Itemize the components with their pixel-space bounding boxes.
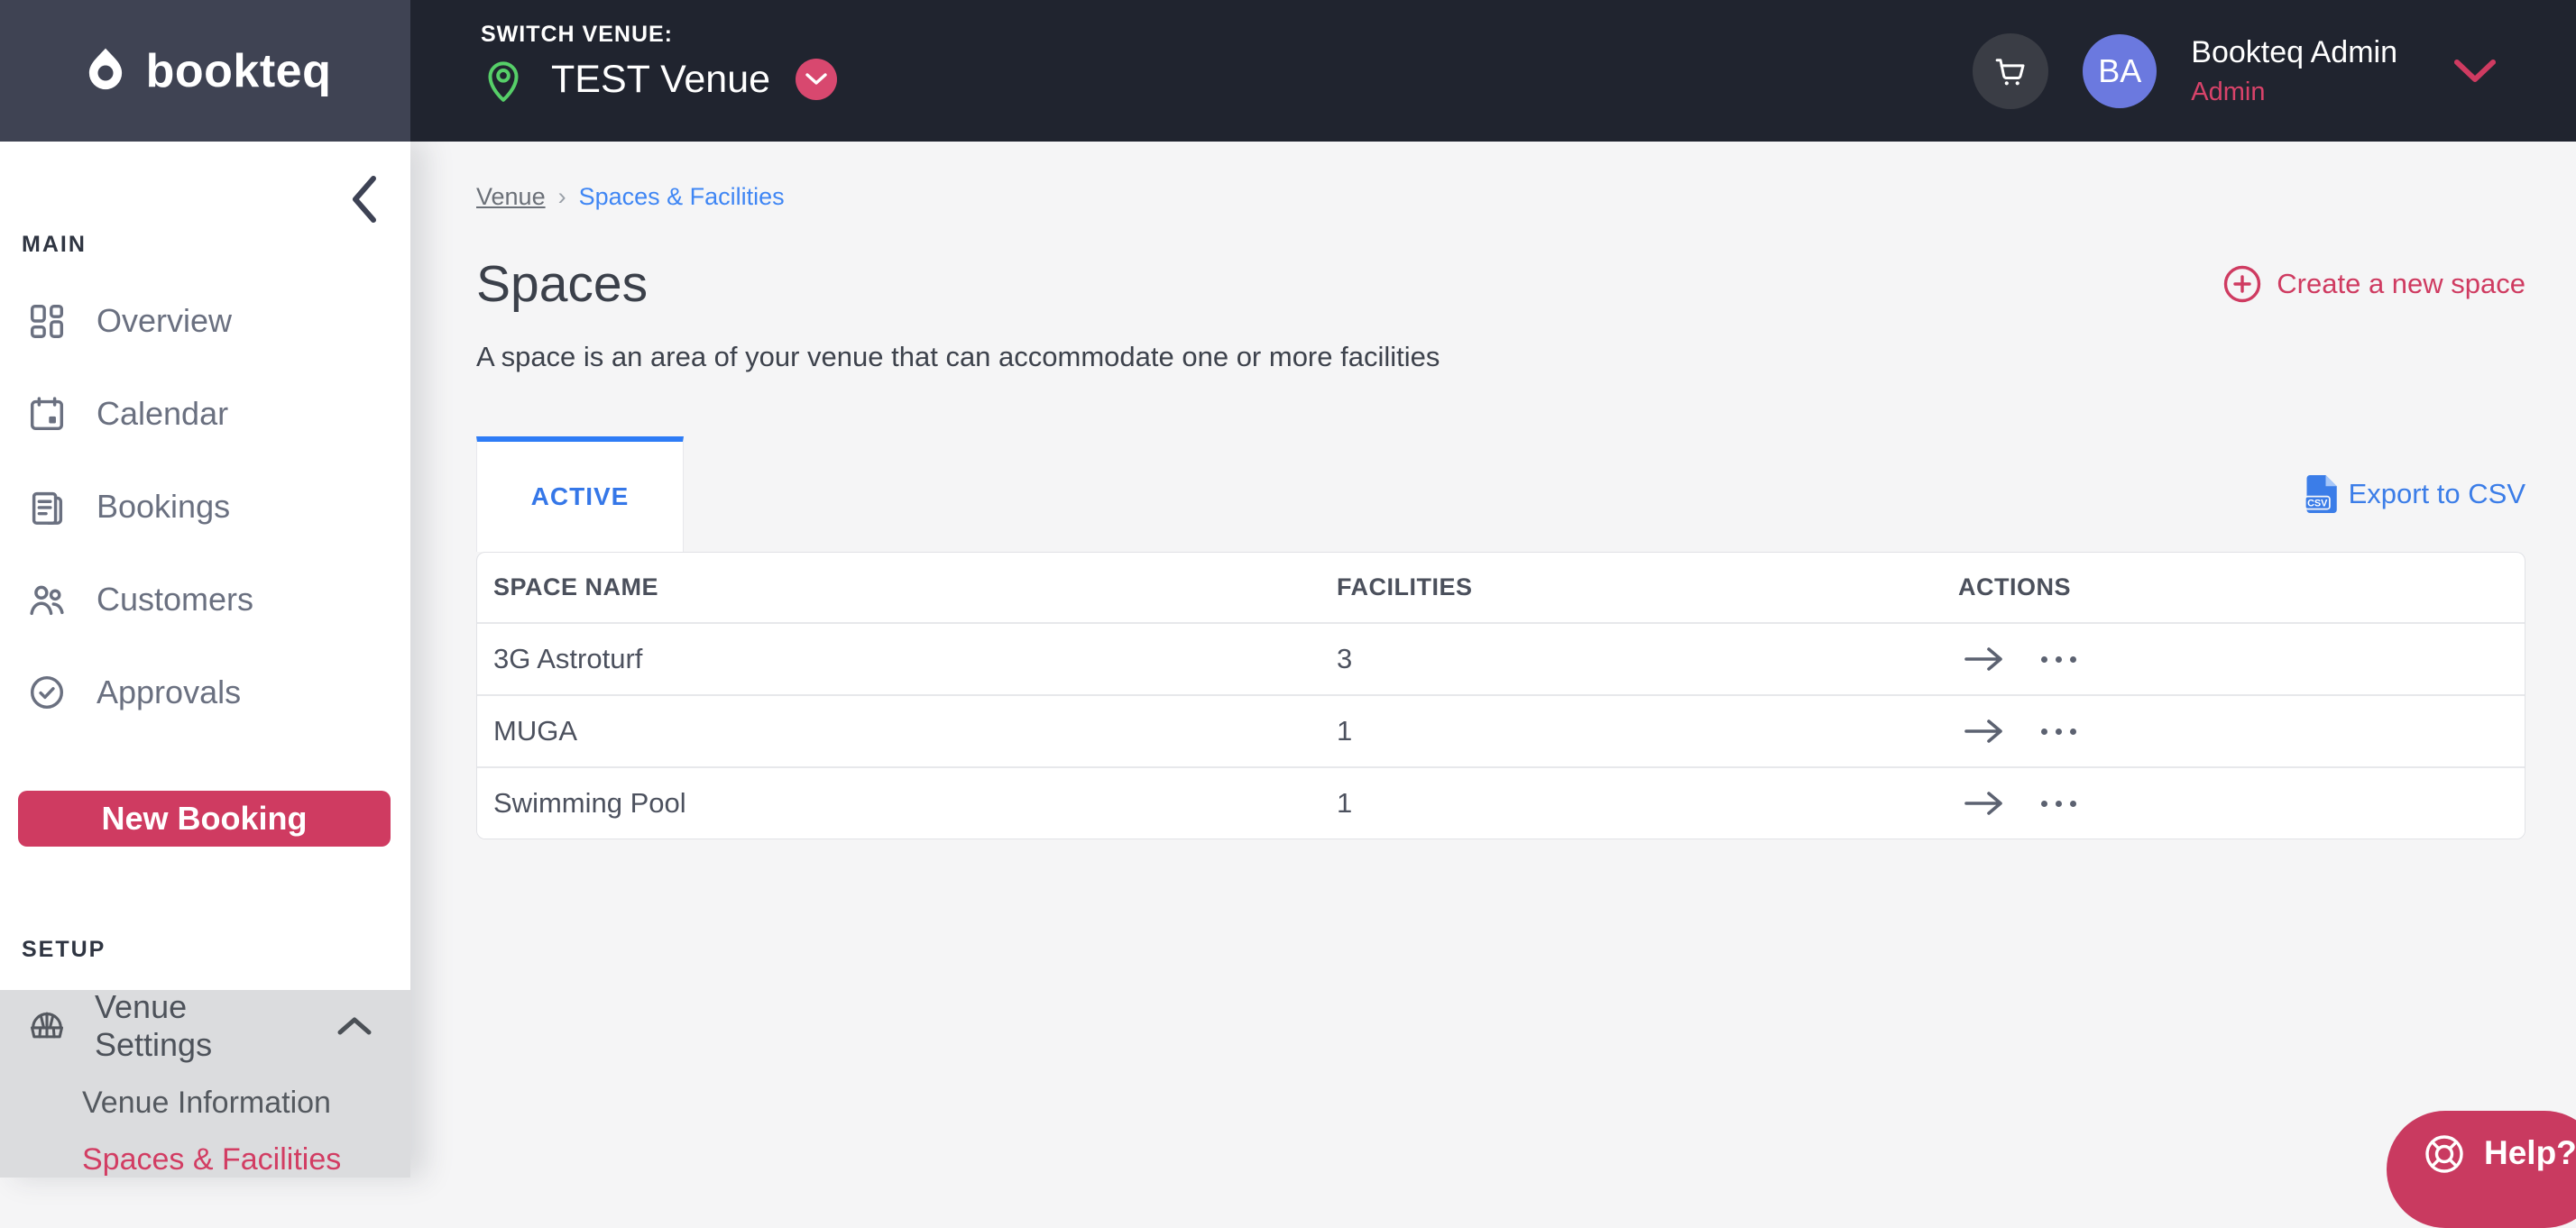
export-csv-button[interactable]: CSV Export to CSV [2304, 473, 2525, 515]
sidebar-item-approvals[interactable]: Approvals [0, 646, 410, 738]
bookings-icon [26, 486, 68, 527]
sidebar-nav: Overview Calendar Bookings Customers App… [0, 274, 410, 738]
user-name: Bookteq Admin [2191, 35, 2397, 70]
sidebar-item-label: Approvals [97, 673, 242, 710]
create-space-label: Create a new space [2277, 268, 2525, 299]
venue-name: TEST Venue [551, 57, 771, 101]
top-header: bookteq SWITCH VENUE: TEST Venue BA Book… [0, 0, 2576, 142]
breadcrumb-separator: › [557, 183, 566, 210]
page-title: Spaces [476, 255, 649, 313]
facilities-cell: 1 [1320, 695, 1942, 768]
column-actions: ACTIONS [1942, 553, 2525, 624]
calendar-icon [26, 393, 68, 435]
customers-icon [26, 579, 68, 620]
help-label: Help? [2484, 1134, 2576, 1171]
breadcrumb-venue-link[interactable]: Venue [476, 183, 546, 211]
table-row: 3G Astroturf 3 [477, 623, 2525, 696]
venue-selector[interactable]: TEST Venue [481, 55, 838, 104]
sidebar-section-main: MAIN [22, 232, 87, 257]
sidebar-item-calendar[interactable]: Calendar [0, 367, 410, 460]
table-row: MUGA 1 [477, 695, 2525, 768]
user-avatar[interactable]: BA [2083, 33, 2157, 108]
sidebar-item-overview[interactable]: Overview [0, 274, 410, 367]
table-row: Swimming Pool 1 [477, 767, 2525, 839]
breadcrumb: Venue › Spaces & Facilities [476, 183, 2525, 211]
sidebar-item-bookings[interactable]: Bookings [0, 460, 410, 553]
open-space-arrow-right-icon[interactable] [1964, 646, 2005, 673]
map-pin-icon [481, 55, 526, 104]
main-content: Venue › Spaces & Facilities Spaces Creat… [410, 142, 2576, 1178]
open-space-arrow-right-icon[interactable] [1964, 718, 2005, 745]
venue-chevron-down-icon[interactable] [796, 59, 838, 100]
more-actions-icon[interactable] [2041, 800, 2076, 807]
switch-venue-label: SWITCH VENUE: [481, 22, 673, 47]
lifebuoy-icon [2423, 1132, 2466, 1176]
facilities-cell: 3 [1320, 623, 1942, 696]
column-space-name: SPACE NAME [477, 553, 1320, 624]
breadcrumb-current[interactable]: Spaces & Facilities [579, 183, 785, 211]
create-space-button[interactable]: Create a new space [2222, 264, 2525, 304]
page-subtitle: A space is an area of your venue that ca… [476, 341, 1440, 372]
sidebar: MAIN Overview Calendar Bookings Customer… [0, 142, 410, 1178]
open-space-arrow-right-icon[interactable] [1964, 790, 2005, 817]
sidebar-item-label: Overview [97, 301, 233, 339]
sidebar-item-venue-settings[interactable]: Venue Settings [0, 988, 410, 1063]
export-csv-label: Export to CSV [2348, 478, 2525, 509]
cart-button[interactable] [1973, 32, 2049, 109]
sidebar-item-label: Customers [97, 580, 254, 618]
droplet-icon [79, 45, 132, 97]
more-actions-icon[interactable] [2041, 728, 2076, 735]
sidebar-item-label: Calendar [97, 394, 229, 432]
table-header-row: SPACE NAME FACILITIES ACTIONS [477, 553, 2525, 624]
column-facilities: FACILITIES [1320, 553, 1942, 624]
spaces-table: SPACE NAME FACILITIES ACTIONS 3G Astrotu… [476, 552, 2525, 839]
switch-venue-block: SWITCH VENUE: TEST Venue [481, 0, 838, 142]
user-role: Admin [2191, 77, 2266, 106]
sidebar-section-setup: SETUP [22, 937, 106, 962]
sidebar-item-spaces-facilities[interactable]: Spaces & Facilities [82, 1142, 341, 1178]
new-booking-button[interactable]: New Booking [18, 791, 391, 847]
sidebar-collapse-button[interactable] [349, 174, 378, 225]
svg-text:CSV: CSV [2307, 499, 2328, 509]
venue-settings-group: Venue Settings Venue Information Spaces … [0, 988, 410, 1178]
brand-name: bookteq [145, 44, 332, 97]
tab-active[interactable]: ACTIVE [476, 436, 684, 552]
stadium-icon [26, 1005, 68, 1047]
space-name-cell: Swimming Pool [477, 767, 1320, 839]
more-actions-icon[interactable] [2041, 655, 2076, 663]
header-right: BA Bookteq Admin Admin [1973, 0, 2576, 142]
sidebar-item-label: Venue Settings [95, 988, 213, 1063]
space-name-cell: MUGA [477, 695, 1320, 768]
sidebar-item-venue-information[interactable]: Venue Information [82, 1086, 331, 1121]
space-name-cell: 3G Astroturf [477, 623, 1320, 696]
brand-logo[interactable]: bookteq [0, 0, 410, 142]
user-menu-chevron-down-icon[interactable] [2453, 59, 2497, 84]
check-circle-icon [26, 672, 68, 713]
cart-icon [1992, 52, 2029, 90]
csv-file-icon: CSV [2304, 473, 2341, 515]
sidebar-item-label: Bookings [97, 487, 231, 525]
help-button[interactable]: Help? [2387, 1111, 2576, 1228]
chevron-up-icon[interactable] [336, 1016, 373, 1036]
facilities-cell: 1 [1320, 767, 1942, 839]
plus-circle-icon [2222, 264, 2262, 304]
sidebar-item-customers[interactable]: Customers [0, 553, 410, 646]
user-info: Bookteq Admin Admin [2191, 33, 2397, 108]
grid-icon [26, 300, 68, 342]
